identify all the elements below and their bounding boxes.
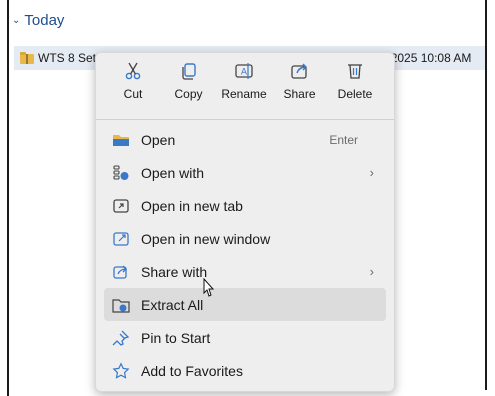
group-header-label: Today [24, 11, 65, 29]
rename-icon: A [235, 63, 253, 79]
menu-item-label: Open with [141, 164, 205, 181]
menu-item-label: Open in new tab [141, 197, 243, 214]
rename-button[interactable]: A Rename [219, 61, 269, 117]
share-icon [290, 63, 307, 79]
copy-label: Copy [174, 87, 203, 101]
cut-button[interactable]: Cut [108, 61, 158, 117]
delete-label: Delete [337, 87, 373, 101]
mouse-pointer-icon [203, 278, 215, 297]
menu-item-pin-to-start[interactable]: Pin to Start [104, 321, 386, 354]
menu-item-label: Share with [141, 263, 208, 280]
cut-label: Cut [123, 87, 143, 101]
menu-item-open-new-window[interactable]: Open in new window [104, 222, 386, 255]
file-name: WTS 8 Set [38, 51, 97, 65]
share-label: Share [283, 87, 316, 101]
zip-folder-icon [20, 52, 34, 64]
star-icon [112, 361, 130, 379]
group-header-today[interactable]: ⌄ Today [12, 10, 64, 30]
menu-item-add-to-favorites[interactable]: Add to Favorites [104, 354, 386, 387]
new-tab-icon [113, 198, 129, 213]
new-window-icon [113, 231, 129, 246]
menu-item-label: Add to Favorites [141, 362, 243, 379]
menu-item-open-new-tab[interactable]: Open in new tab [104, 189, 386, 222]
open-with-icon [113, 164, 129, 180]
copy-icon [181, 63, 196, 80]
menu-item-open[interactable]: Open Enter [104, 123, 386, 156]
menu-item-share-with[interactable]: Share with › [104, 255, 386, 288]
pin-icon [112, 330, 130, 346]
context-menu: Cut Copy A Rename Share Delete Open Ente… [95, 52, 395, 392]
menu-item-open-with[interactable]: Open with › [104, 156, 386, 189]
scissors-icon [125, 62, 141, 80]
menu-item-label: Extract All [141, 296, 204, 313]
menu-item-label: Open in new window [141, 230, 271, 247]
share-button[interactable]: Share [275, 61, 325, 117]
menu-item-label: Open [141, 131, 176, 148]
chevron-down-icon[interactable]: ⌄ [12, 15, 20, 26]
chevron-right-icon: › [369, 264, 374, 279]
delete-button[interactable]: Delete [330, 61, 380, 117]
toolbar-divider [96, 119, 394, 120]
chevron-right-icon: › [369, 165, 374, 180]
menu-item-label: Pin to Start [141, 329, 211, 346]
extract-icon [112, 298, 130, 313]
context-menu-toolbar: Cut Copy A Rename Share Delete [96, 53, 394, 117]
folder-icon [113, 134, 129, 146]
copy-button[interactable]: Copy [164, 61, 214, 117]
svg-text:A: A [241, 68, 248, 78]
trash-icon [348, 64, 362, 79]
menu-item-extract-all[interactable]: Extract All [104, 288, 386, 321]
rename-label: Rename [221, 87, 267, 101]
share-with-icon [113, 265, 127, 279]
shortcut-label: Enter [329, 132, 358, 147]
